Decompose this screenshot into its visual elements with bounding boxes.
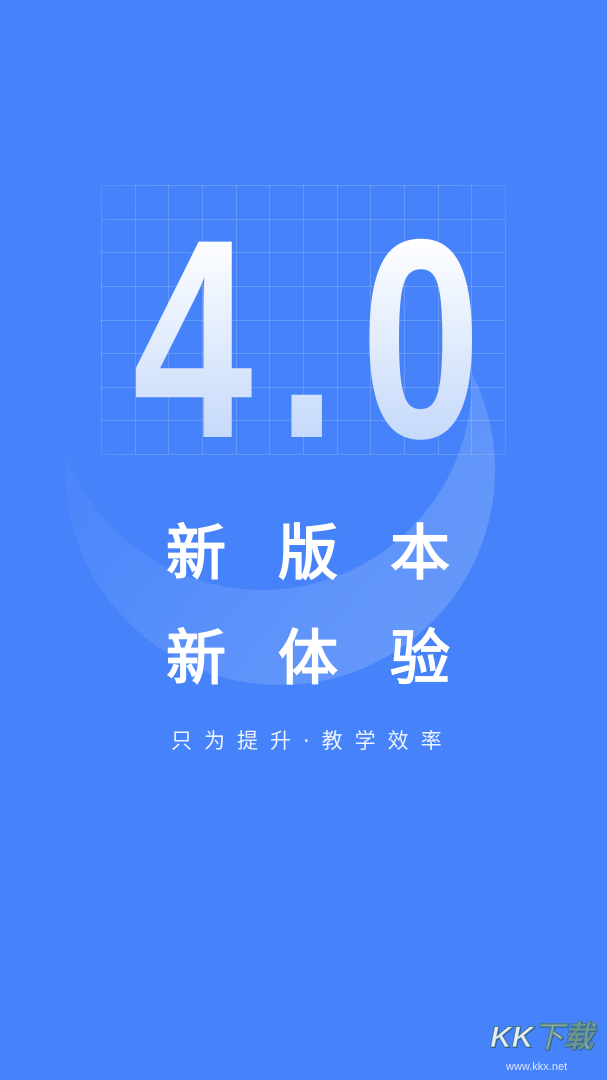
version-number: 4.0 bbox=[133, 181, 505, 497]
watermark: KK下载 www.kkx.net bbox=[488, 1018, 604, 1076]
headline-new-version: 新版本 bbox=[166, 519, 502, 589]
tagline: 只为提升·教学效率 bbox=[171, 729, 454, 753]
watermark-logo: KK下载 bbox=[489, 1021, 594, 1055]
splash-screen: 4.0 新版本 新体验 只为提升·教学效率 KK下载 www.kkx.net bbox=[0, 0, 607, 1080]
watermark-url: www.kkx.net bbox=[506, 1061, 568, 1073]
headline-new-experience: 新体验 bbox=[166, 624, 502, 694]
